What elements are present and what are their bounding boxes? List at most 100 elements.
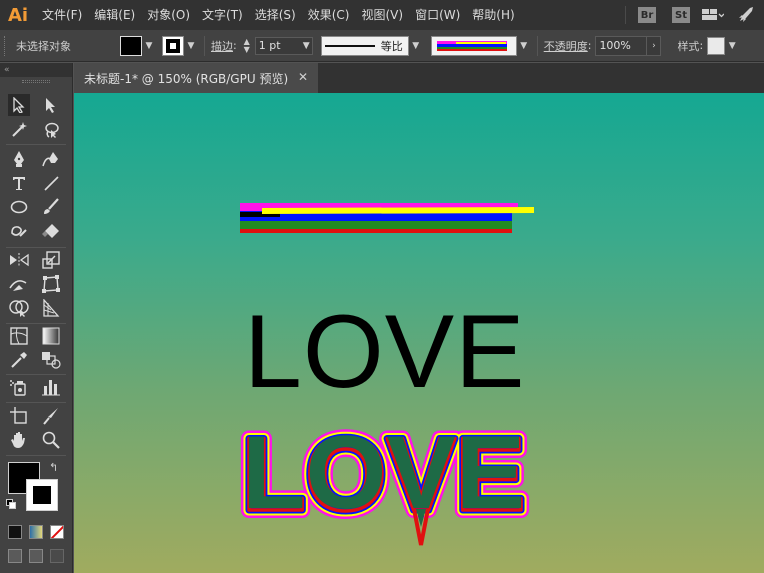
mesh-tool[interactable] (8, 325, 30, 347)
variable-width-profile[interactable]: 等比 (320, 35, 409, 56)
menu-object[interactable]: 对象(O) (141, 0, 196, 30)
separator (6, 247, 66, 248)
opacity-value: 100% (599, 38, 631, 52)
panel-header[interactable]: « (0, 63, 72, 77)
chevron-down-icon[interactable]: ▼ (244, 45, 250, 54)
collapse-icon[interactable]: « (4, 65, 10, 75)
menu-type[interactable]: 文字(T) (196, 0, 249, 30)
swap-colors-icon[interactable]: ↰ (49, 461, 58, 474)
separator (6, 402, 66, 403)
shaper-icon (11, 226, 27, 237)
menu-edit[interactable]: 编辑(E) (88, 0, 141, 30)
draw-behind-icon[interactable] (29, 549, 43, 563)
ellipse-icon (10, 200, 28, 214)
menubar-right: Br St (625, 0, 764, 30)
stroke-weight-field[interactable]: 1 pt ▼ (254, 36, 313, 55)
artboard-canvas[interactable]: LOVE LOVE LOVE LOVE LOVE LOVE (74, 93, 764, 573)
shaper-tool[interactable] (8, 220, 30, 242)
brush-dropdown-icon[interactable]: ▼ (517, 37, 531, 55)
paintbrush-tool[interactable] (40, 196, 62, 218)
fill-swatch[interactable] (120, 35, 142, 56)
plain-love-text[interactable]: LOVE (244, 300, 525, 404)
selection-tool[interactable] (8, 94, 30, 116)
reflect-tool[interactable] (8, 249, 30, 271)
stripe-artwork[interactable] (240, 201, 535, 237)
eyedropper-tool[interactable] (8, 349, 30, 371)
workspace-layout-icon[interactable] (698, 0, 728, 30)
stock-button[interactable]: St (672, 7, 690, 23)
free-transform-tool[interactable] (40, 273, 62, 295)
curvature-tool[interactable] (40, 148, 62, 170)
color-mode-button[interactable] (8, 525, 22, 539)
selection-status: 未选择对象 (16, 39, 71, 53)
eraser-icon (42, 224, 59, 238)
chevron-down-icon[interactable]: ▼ (303, 38, 310, 54)
curvature-icon (42, 152, 58, 167)
gradient-mode-button[interactable] (29, 525, 43, 539)
perspective-tool[interactable] (40, 297, 62, 319)
magic-wand-tool[interactable] (8, 119, 30, 141)
document-tab-bar: 未标题-1* @ 150% (RGB/GPU 预览) ✕ (74, 63, 764, 93)
document-tab[interactable]: 未标题-1* @ 150% (RGB/GPU 预览) ✕ (74, 63, 318, 93)
stroke-swatch[interactable] (162, 35, 184, 56)
graphic-style-swatch[interactable] (707, 36, 726, 55)
profile-line (324, 44, 375, 47)
opacity-colon: : (587, 39, 592, 52)
stroke-weight-value: 1 pt (258, 38, 281, 52)
lasso-tool[interactable] (40, 119, 62, 141)
stroke-color-box[interactable] (26, 479, 58, 511)
grip-icon (4, 35, 10, 56)
slice-tool[interactable] (40, 405, 62, 427)
direct-selection-tool[interactable] (40, 94, 62, 116)
menu-view[interactable]: 视图(V) (355, 0, 409, 30)
brush-definition-preview[interactable] (430, 35, 517, 56)
column-graph-tool[interactable] (40, 376, 62, 398)
blend-tool[interactable] (40, 349, 62, 371)
stroke-label[interactable]: 描边 (211, 38, 233, 54)
lasso-icon (45, 122, 59, 138)
fill-dropdown-icon[interactable]: ▼ (142, 37, 156, 55)
draw-normal-icon[interactable] (8, 549, 22, 563)
mesh-icon (10, 327, 28, 345)
rocket-icon[interactable] (728, 0, 764, 30)
shape-builder-tool[interactable] (8, 297, 30, 319)
opacity-field[interactable]: 100% (595, 35, 648, 56)
profile-dropdown-icon[interactable]: ▼ (409, 37, 423, 55)
stroke-dropdown-icon[interactable]: ▼ (184, 37, 198, 55)
illustrator-window: Ai 文件(F) 编辑(E) 对象(O) 文字(T) 选择(S) 效果(C) 视… (0, 0, 764, 573)
opacity-arrow-icon[interactable]: › (647, 35, 662, 56)
menu-effect[interactable]: 效果(C) (302, 0, 356, 30)
separator (625, 6, 626, 24)
styled-love-group[interactable]: LOVE LOVE LOVE LOVE LOVE (236, 417, 556, 547)
type-tool[interactable] (8, 172, 30, 194)
gradient-tool[interactable] (40, 325, 62, 347)
symbol-sprayer-tool[interactable] (8, 376, 30, 398)
menu-file[interactable]: 文件(F) (36, 0, 88, 30)
menu-help[interactable]: 帮助(H) (466, 0, 520, 30)
none-mode-button[interactable] (50, 525, 64, 539)
zoom-tool[interactable] (40, 429, 62, 451)
stroke-weight-stepper[interactable]: ▲ ▼ (241, 36, 253, 56)
draw-inside-icon[interactable] (50, 549, 64, 563)
width-tool[interactable] (8, 273, 30, 295)
ellipse-tool[interactable] (8, 196, 30, 218)
eraser-tool[interactable] (40, 220, 62, 242)
menu-window[interactable]: 窗口(W) (409, 0, 466, 30)
pen-tool[interactable] (8, 148, 30, 170)
shape-builder-icon (9, 300, 29, 317)
scale-tool[interactable] (40, 249, 62, 271)
opacity-label[interactable]: 不透明度 (544, 38, 588, 54)
perspective-icon (43, 299, 60, 317)
style-dropdown-icon[interactable]: ▼ (725, 37, 739, 55)
hand-tool[interactable] (8, 429, 30, 451)
close-icon[interactable]: ✕ (298, 70, 308, 84)
panel-grip[interactable] (22, 80, 50, 83)
slice-icon (43, 408, 58, 425)
bridge-button[interactable]: Br (638, 7, 656, 23)
menu-select[interactable]: 选择(S) (249, 0, 302, 30)
magic-wand-icon (12, 122, 27, 137)
artboard-tool[interactable] (8, 405, 30, 427)
stroke-colon: : (233, 39, 237, 52)
default-colors-icon[interactable] (6, 499, 16, 509)
line-tool[interactable] (40, 172, 62, 194)
